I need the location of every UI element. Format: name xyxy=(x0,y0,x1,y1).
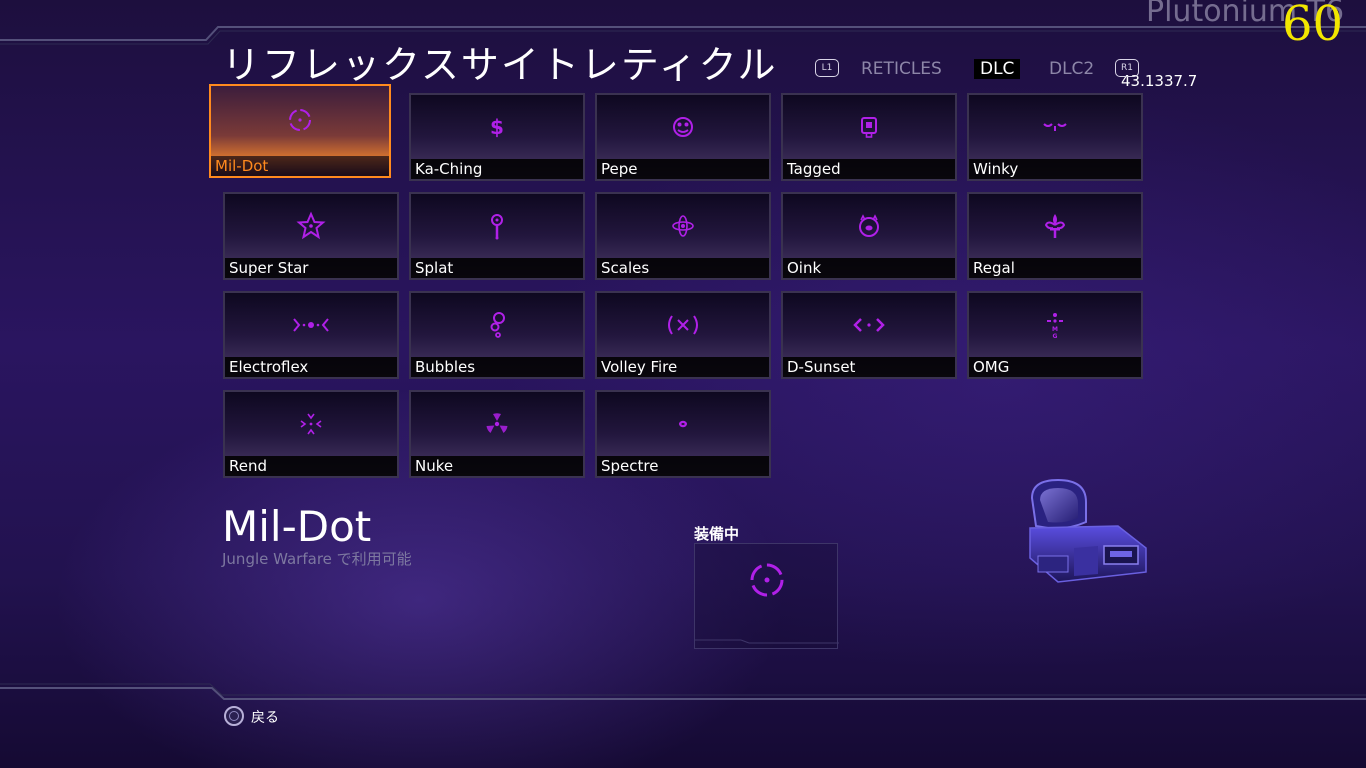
equipped-preview xyxy=(694,543,839,649)
reticle-card-ka-ching[interactable]: $ Ka-Ching xyxy=(409,93,585,181)
reticle-label: OMG xyxy=(969,357,1141,377)
reticle-card-volley-fire[interactable]: Volley Fire xyxy=(595,291,771,379)
selected-reticle-availability: Jungle Warfare で利用可能 xyxy=(222,550,412,568)
reticle-card-mil-dot[interactable]: Mil-Dot xyxy=(209,84,391,178)
tab-reticles[interactable]: RETICLES xyxy=(861,59,942,79)
omg-icon: M G xyxy=(1047,312,1063,340)
reticle-label: Electroflex xyxy=(225,357,397,377)
reticle-label: Bubbles xyxy=(411,357,583,377)
reticle-card-bubbles[interactable]: Bubbles xyxy=(409,291,585,379)
tab-dlc[interactable]: DLC xyxy=(974,59,1021,79)
reticle-card-rend[interactable]: Rend xyxy=(223,390,399,478)
equipped-label: 装備中 xyxy=(694,525,740,543)
reticle-card-splat[interactable]: Splat xyxy=(409,192,585,280)
fleur-de-lis-icon xyxy=(1044,213,1066,238)
reticle-card-electroflex[interactable]: Electroflex xyxy=(223,291,399,379)
mil-dot-icon xyxy=(695,563,839,644)
splat-icon xyxy=(491,213,503,240)
dollar-icon: $ xyxy=(490,115,504,139)
reticle-label: Splat xyxy=(411,258,583,278)
nuke-icon xyxy=(486,413,508,433)
bottom-frame-line xyxy=(0,683,1366,700)
reticle-card-d-sunset[interactable]: D-Sunset xyxy=(781,291,957,379)
reticle-label: D-Sunset xyxy=(783,357,955,377)
winky-face-icon xyxy=(1043,123,1067,131)
reticle-label: Volley Fire xyxy=(597,357,769,377)
reflex-sight-model xyxy=(1029,478,1147,583)
svg-text:G: G xyxy=(1053,333,1058,340)
selected-reticle-title: Mil-Dot xyxy=(222,502,372,551)
reticle-label: Regal xyxy=(969,258,1141,278)
svg-text:M: M xyxy=(1052,326,1058,333)
rend-icon xyxy=(300,413,322,435)
tab-dlc2[interactable]: DLC2 xyxy=(1049,59,1094,79)
reticle-label: Winky xyxy=(969,159,1141,179)
scales-icon xyxy=(672,215,694,237)
fps-counter: 60 xyxy=(1282,0,1344,52)
mil-dot-icon xyxy=(289,109,311,132)
reticle-label: Super Star xyxy=(225,258,397,278)
pepe-face-icon xyxy=(673,116,693,137)
spectre-dot-icon xyxy=(679,420,687,428)
svg-text:$: $ xyxy=(490,115,504,139)
circle-button-icon xyxy=(224,706,244,726)
volley-fire-icon xyxy=(668,315,698,335)
reticle-card-scales[interactable]: Scales xyxy=(595,192,771,280)
bubbles-icon xyxy=(490,311,505,338)
reticle-card-spectre[interactable]: Spectre xyxy=(595,390,771,478)
reticle-label: Mil-Dot xyxy=(211,156,389,176)
reticle-label: Spectre xyxy=(597,456,769,476)
reticle-label: Nuke xyxy=(411,456,583,476)
tag-icon xyxy=(861,116,877,138)
reticle-label: Pepe xyxy=(597,159,769,179)
star-icon xyxy=(296,211,326,240)
r1-button-icon[interactable]: R1 xyxy=(1115,59,1139,77)
electroflex-icon xyxy=(293,318,329,332)
l1-button-icon[interactable]: L1 xyxy=(815,59,839,77)
reticle-card-pepe[interactable]: Pepe xyxy=(595,93,771,181)
reticle-label: Oink xyxy=(783,258,955,278)
reticle-card-nuke[interactable]: Nuke xyxy=(409,390,585,478)
reticle-label: Scales xyxy=(597,258,769,278)
back-label: 戻る xyxy=(251,710,279,726)
reticle-card-tagged[interactable]: Tagged xyxy=(781,93,957,181)
reticle-card-regal[interactable]: Regal xyxy=(967,192,1143,280)
pig-icon xyxy=(859,214,879,237)
d-sunset-icon xyxy=(853,318,885,332)
reticle-label: Tagged xyxy=(783,159,955,179)
reticle-card-oink[interactable]: Oink xyxy=(781,192,957,280)
reticle-card-omg[interactable]: M G OMG xyxy=(967,291,1143,379)
reticle-card-winky[interactable]: Winky xyxy=(967,93,1143,181)
reticle-label: Rend xyxy=(225,456,397,476)
page-title: リフレックスサイトレティクル xyxy=(222,43,778,87)
reticle-label: Ka-Ching xyxy=(411,159,583,179)
reticle-card-super-star[interactable]: Super Star xyxy=(223,192,399,280)
